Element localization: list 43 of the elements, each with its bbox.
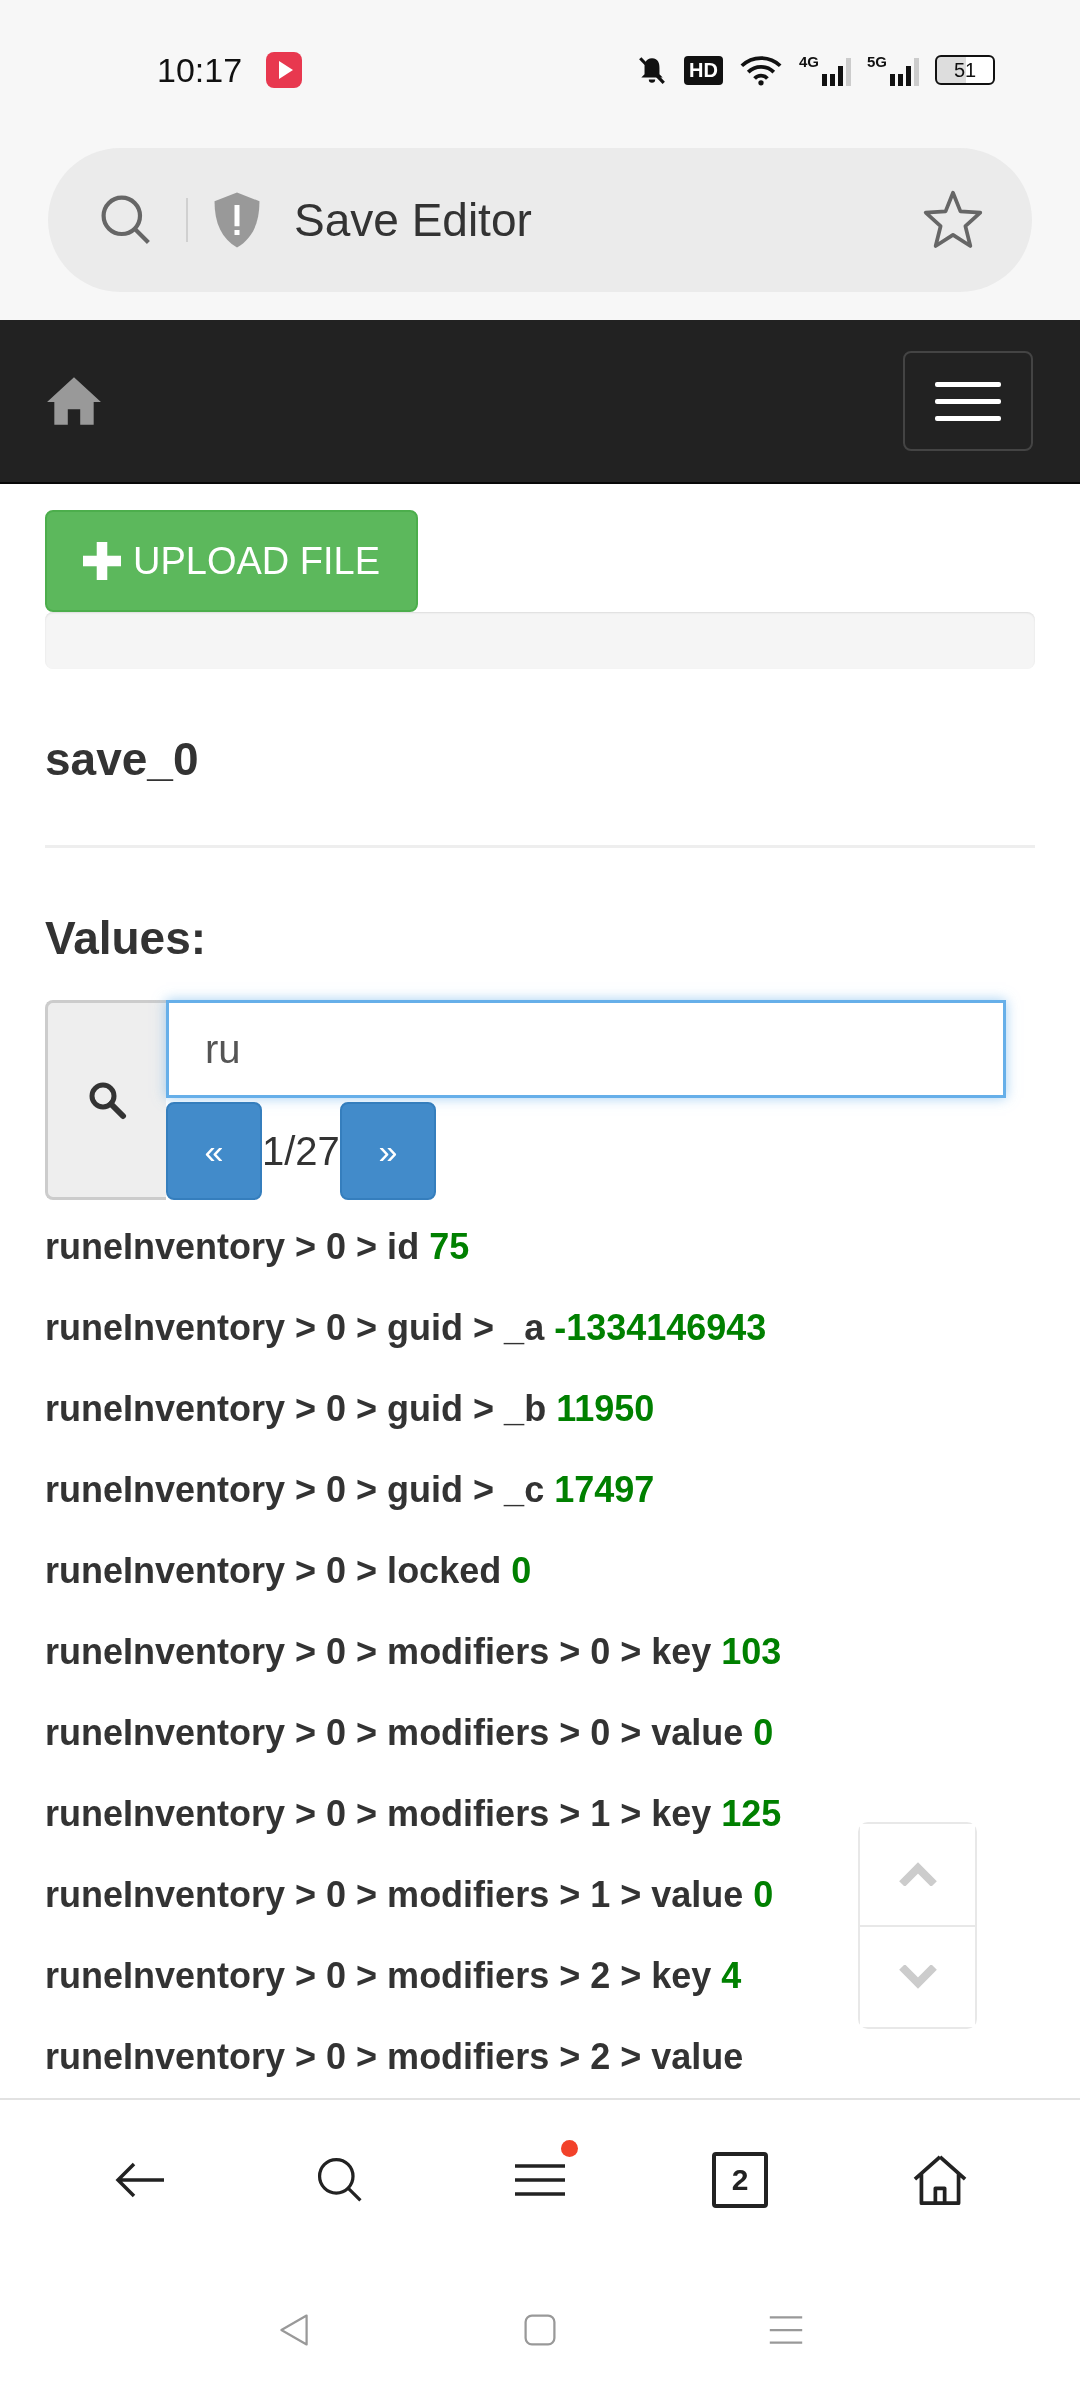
result-value: 103	[721, 1631, 782, 1672]
section-heading: Values:	[45, 911, 208, 966]
chevron-down-icon	[897, 1964, 938, 1989]
match-counter: 1/27	[262, 1128, 340, 1174]
result-path: runeInventory > 0 > modifiers > 0 > value	[45, 1712, 744, 1753]
result-path: runeInventory > 0 > modifiers > 1 > value	[45, 1874, 744, 1915]
result-value: 75	[429, 1226, 470, 1267]
address-bar[interactable]: Save Editor	[48, 148, 1032, 292]
result-path: runeInventory > 0 > modifiers > 2 > value	[45, 2036, 744, 2077]
result-path: runeInventory > 0 > guid > _b	[45, 1388, 547, 1429]
wifi-icon	[738, 54, 783, 86]
battery-icon: 51	[935, 55, 995, 85]
home-icon[interactable]	[45, 375, 103, 427]
file-name: save_0	[45, 732, 200, 787]
tabs-button[interactable]: 2	[712, 2152, 768, 2208]
plus-icon	[83, 542, 121, 580]
result-value: -1334146943	[554, 1307, 767, 1348]
result-path: runeInventory > 0 > modifiers > 2 > key	[45, 1955, 712, 1996]
result-value: 11950	[556, 1388, 655, 1429]
result-path: runeInventory > 0 > id	[45, 1226, 420, 1267]
search-icon	[87, 1080, 127, 1120]
result-path: runeInventory > 0 > modifiers > 1 > key	[45, 1793, 712, 1834]
menu-button[interactable]	[903, 351, 1033, 451]
shield-icon[interactable]	[212, 191, 262, 249]
hd-icon: HD	[684, 55, 723, 85]
chevron-up-icon	[897, 1862, 938, 1887]
search-field[interactable]: ru	[166, 1000, 1006, 1098]
home-icon[interactable]	[912, 2154, 968, 2206]
status-time: 10:17	[157, 50, 243, 90]
result-path: runeInventory > 0 > modifiers > 0 > key	[45, 1631, 712, 1672]
result-path: runeInventory > 0 > guid > _c	[45, 1469, 545, 1510]
result-value: 0	[753, 1712, 774, 1753]
result-value: 4	[721, 1955, 742, 1996]
previous-button[interactable]: «	[166, 1102, 262, 1200]
result-value: 125	[721, 1793, 782, 1834]
next-button[interactable]: »	[339, 1102, 436, 1200]
star-icon[interactable]	[922, 189, 984, 251]
result-path: runeInventory > 0 > guid > _a	[45, 1307, 545, 1348]
play-icon	[266, 52, 303, 88]
result-path: runeInventory > 0 > locked	[45, 1550, 502, 1591]
result-value: 17497	[554, 1469, 655, 1510]
result-value: 0	[753, 1874, 774, 1915]
result-value: 0	[511, 1550, 532, 1591]
